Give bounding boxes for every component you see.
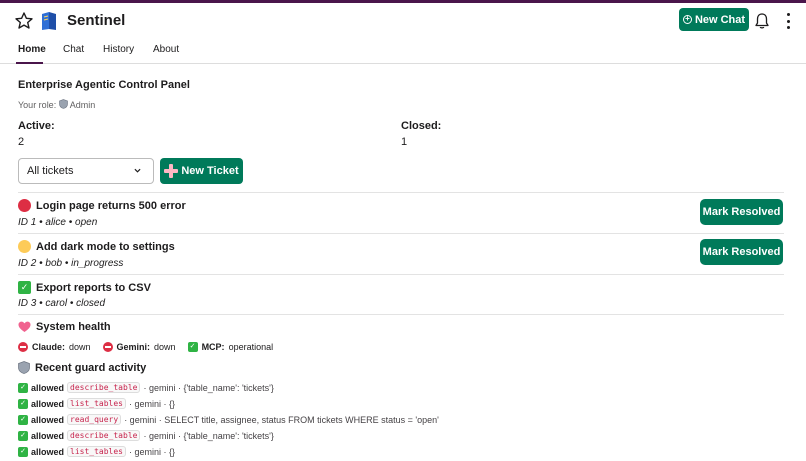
role-value: Admin [69, 100, 96, 110]
shield-icon [58, 99, 68, 109]
ticket-meta: ID 3 • carol • closed [18, 298, 106, 309]
ticket-title-text: Login page returns 500 error [36, 199, 186, 212]
new-ticket-label: New Ticket [181, 165, 239, 177]
star-icon[interactable] [14, 11, 34, 31]
tool-name-code: read_query [67, 414, 122, 425]
plus-circle-icon: + [682, 15, 692, 24]
tool-name-code: list_tables [67, 446, 126, 457]
check-icon: ✓ [18, 398, 28, 409]
guard-status: allowed [31, 446, 65, 457]
divider [18, 274, 784, 275]
new-chat-label: New Chat [694, 13, 746, 26]
closed-count-value: 1 [401, 136, 408, 148]
divider [18, 192, 784, 193]
guard-log-row: ✓ allowed describe_table · gemini · {'ta… [18, 430, 274, 441]
guard-details: · gemini · {'table_name': 'tickets'} [143, 430, 274, 441]
tool-name-code: describe_table [67, 430, 141, 441]
mark-resolved-button[interactable]: Mark Resolved [700, 199, 783, 225]
tab-home[interactable]: Home [18, 44, 46, 55]
tab-chat[interactable]: Chat [63, 44, 84, 55]
claude-label: Claude: [32, 342, 66, 352]
guard-log-row: ✓ allowed read_query · gemini · SELECT t… [18, 414, 439, 425]
active-tab-indicator [16, 62, 43, 64]
active-count-label: Active: [18, 120, 55, 132]
ticket-title-text: Add dark mode to settings [36, 240, 175, 253]
guard-details: · gemini · {} [129, 398, 176, 409]
ticket-title: Add dark mode to settings [18, 240, 175, 253]
check-icon: ✓ [18, 430, 28, 441]
guard-activity-heading: Recent guard activity [18, 361, 146, 374]
check-icon: ✓ [187, 342, 198, 352]
no-entry-icon [18, 342, 28, 352]
guard-status: allowed [31, 430, 65, 441]
check-icon: ✓ [18, 446, 28, 457]
tab-bar: Home Chat History About [0, 39, 806, 64]
guard-details: · gemini · SELECT title, assignee, statu… [124, 414, 439, 425]
app-title: Sentinel [67, 12, 126, 29]
app-logo-icon [42, 12, 56, 30]
active-count-value: 2 [18, 136, 25, 148]
shield-icon [18, 361, 30, 374]
tab-about[interactable]: About [153, 44, 179, 55]
health-status-row: Claude: down Gemini: down ✓ MCP: operati… [18, 342, 273, 352]
ticket-title: Login page returns 500 error [18, 199, 186, 212]
heart-icon [18, 321, 31, 332]
ticket-meta: ID 2 • bob • in_progress [18, 258, 124, 269]
guard-status: allowed [31, 382, 65, 393]
new-ticket-button[interactable]: New Ticket [160, 158, 243, 184]
ticket-meta: ID 1 • alice • open [18, 217, 98, 228]
red-circle-icon [18, 199, 31, 212]
system-health-title: System health [36, 321, 111, 333]
mcp-label: MCP: [201, 342, 225, 352]
guard-status: allowed [31, 398, 65, 409]
check-icon: ✓ [18, 414, 28, 425]
no-entry-icon [102, 342, 113, 352]
gemini-status: down [154, 342, 176, 352]
closed-count-label: Closed: [401, 120, 442, 132]
page-title: Enterprise Agentic Control Panel [18, 79, 190, 91]
guard-details: · gemini · {'table_name': 'tickets'} [143, 382, 274, 393]
system-health-heading: System health [18, 321, 111, 333]
divider [18, 314, 784, 315]
divider [18, 233, 784, 234]
guard-log-row: ✓ allowed describe_table · gemini · {'ta… [18, 382, 274, 393]
ticket-title-text: Export reports to CSV [36, 281, 151, 294]
yellow-circle-icon [18, 240, 31, 253]
ticket-filter-select[interactable]: All tickets [18, 158, 154, 184]
ticket-title: ✓ Export reports to CSV [18, 281, 151, 294]
more-options-icon[interactable] [782, 12, 794, 30]
guard-log-row: ✓ allowed list_tables · gemini · {} [18, 398, 175, 409]
check-icon: ✓ [18, 382, 28, 393]
guard-activity-title: Recent guard activity [35, 361, 147, 374]
tab-history[interactable]: History [103, 44, 134, 55]
chevron-down-icon [134, 168, 141, 173]
bell-icon[interactable] [753, 12, 771, 30]
mark-resolved-button[interactable]: Mark Resolved [700, 239, 783, 265]
guard-details: · gemini · {} [129, 446, 176, 457]
new-chat-button[interactable]: + New Chat [679, 8, 749, 31]
role-line: Your role: Admin [18, 99, 95, 110]
claude-status: down [69, 342, 91, 352]
app-header: Sentinel + New Chat [0, 3, 806, 39]
plus-icon [164, 164, 179, 178]
guard-log-row: ✓ allowed list_tables · gemini · {} [18, 446, 175, 457]
guard-status: allowed [31, 414, 65, 425]
ticket-filter-value: All tickets [27, 165, 74, 177]
tool-name-code: list_tables [67, 398, 126, 409]
check-icon: ✓ [18, 281, 31, 294]
tool-name-code: describe_table [67, 382, 141, 393]
gemini-label: Gemini: [116, 342, 151, 352]
mcp-status: operational [228, 342, 274, 352]
role-label: Your role: [18, 100, 57, 110]
